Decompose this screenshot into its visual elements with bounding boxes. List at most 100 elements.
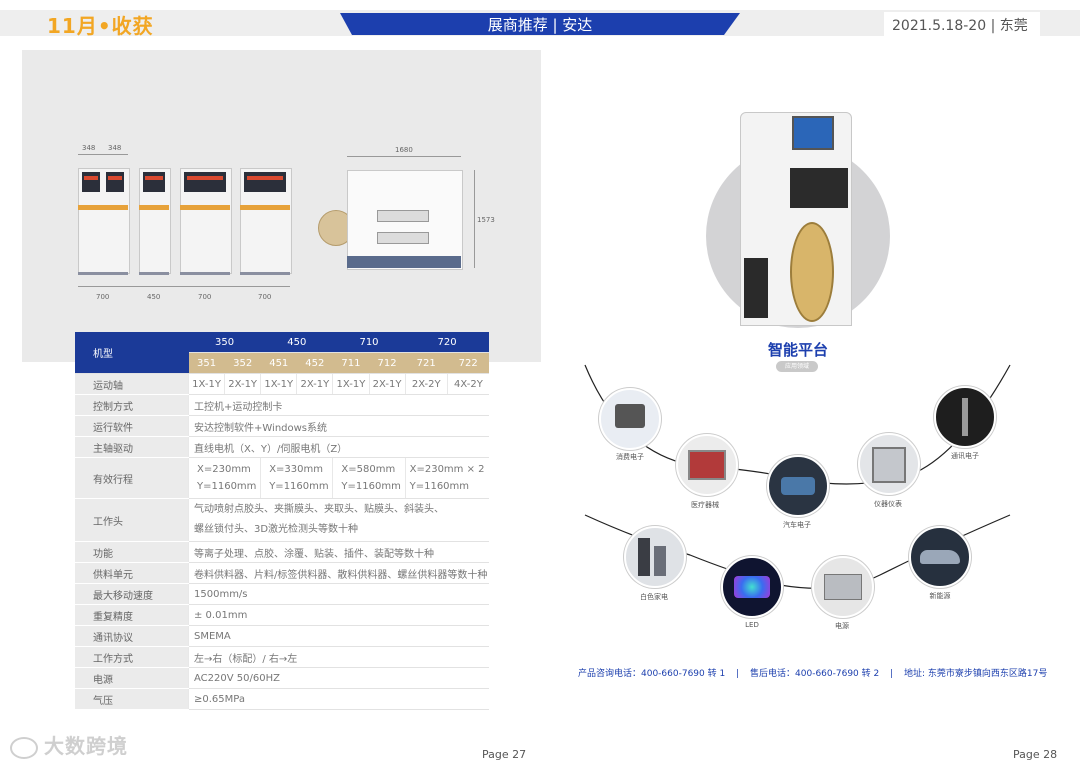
table-row: 通讯协议 SMEMA xyxy=(75,625,489,647)
app-label: 电源 xyxy=(835,622,849,630)
model-group: 350 xyxy=(188,332,261,353)
cell: 等离子处理、点胶、涂覆、贴装、插件、装配等数十种 xyxy=(188,541,489,563)
dim-bottom-3: 700 xyxy=(198,293,212,301)
submodel: 712 xyxy=(369,352,406,374)
stroke-x: X=330mm xyxy=(269,464,324,475)
instrument-icon xyxy=(858,433,920,495)
stroke-x: X=230mm × 2 xyxy=(409,464,485,475)
app-label: 消费电子 xyxy=(616,453,644,461)
watermark-text: 大数跨境 xyxy=(44,734,128,758)
address: 地址: 东莞市寮步镇向西东区路17号 xyxy=(904,669,1048,679)
table-row: 电源 AC220V 50/60HZ xyxy=(75,667,489,689)
cell: ± 0.01mm xyxy=(188,604,489,626)
table-row: 运动轴 1X-1Y 2X-1Y 1X-1Y 2X-1Y 1X-1Y 2X-1Y … xyxy=(75,373,489,395)
separator: | xyxy=(736,669,740,679)
stroke-y: Y=1160mm xyxy=(197,481,257,492)
platform-title: 智能平台 xyxy=(767,341,828,359)
submodel: 711 xyxy=(332,352,369,374)
after-sales-phone: 售后电话：400-660-7690 转 2 xyxy=(750,669,880,679)
submodel: 721 xyxy=(405,352,448,374)
app-label: 医疗器械 xyxy=(691,501,719,509)
app-label: LED xyxy=(745,621,759,629)
stroke-x: X=230mm xyxy=(197,464,251,475)
table-row: 功能 等离子处理、点胶、涂覆、贴装、插件、装配等数十种 xyxy=(75,541,489,563)
submodel: 722 xyxy=(447,352,489,374)
new-energy-car-icon xyxy=(909,526,971,588)
section-title: 展商推荐 | 安达 xyxy=(487,16,593,34)
stroke-y: Y=1160mm xyxy=(269,481,329,492)
consult-phone: 产品咨询电话：400-660-7690 转 1 xyxy=(578,669,726,679)
cell: 2X-2Y xyxy=(404,373,448,395)
cell: ≥0.65MPa xyxy=(188,688,489,710)
dim-bottom-2: 450 xyxy=(147,293,161,301)
app-label: 仪器仪表 xyxy=(874,500,902,508)
cell: X=230mm Y=1160mm xyxy=(187,457,261,499)
row-label: 电源 xyxy=(75,667,189,689)
contact-info: 产品咨询电话：400-660-7690 转 1 | 售后电话：400-660-7… xyxy=(578,666,1047,679)
dim-width: 1680 xyxy=(395,146,413,154)
table-row: 工作头 气动喷射点胶头、夹撕膜头、夹取头、贴膜头、斜装头、 螺丝锁付头、3D激光检… xyxy=(75,498,489,542)
row-label: 气压 xyxy=(75,688,189,710)
head-line: 气动喷射点胶头、夹撕膜头、夹取头、贴膜头、斜装头、 xyxy=(194,504,444,515)
app-label: 白色家电 xyxy=(640,593,668,601)
event-date: 2021.5.18-20 | 东莞 xyxy=(892,18,1028,34)
cell: 1X-1Y xyxy=(260,373,297,395)
cell: X=580mm Y=1160mm xyxy=(332,457,406,499)
cell: 直线电机（X、Y）/伺服电机（Z） xyxy=(188,436,489,458)
model-label: 机型 xyxy=(75,332,189,374)
cell: 2X-1Y xyxy=(296,373,333,395)
consumer-electronics-icon xyxy=(599,388,661,450)
submodel: 451 xyxy=(260,352,297,374)
machine-side-panel xyxy=(744,258,768,318)
model-group: 720 xyxy=(405,332,489,353)
table-row: 重复精度 ± 0.01mm xyxy=(75,604,489,626)
medical-device-icon xyxy=(676,434,738,496)
cell: X=330mm Y=1160mm xyxy=(260,457,333,499)
table-row: 供料单元 卷料供料器、片料/标签供料器、散料供料器、螺丝供料器等数十种 xyxy=(75,562,489,584)
submodel: 352 xyxy=(224,352,261,374)
cell: 1X-1Y xyxy=(332,373,369,395)
cell: 4X-2Y xyxy=(446,373,489,395)
spec-table: 机型 350 450 710 720 351 352 451 452 711 7… xyxy=(75,332,489,710)
app-label: 通讯电子 xyxy=(951,452,979,460)
row-label: 通讯协议 xyxy=(75,625,189,647)
row-label: 运动轴 xyxy=(75,373,189,395)
cell: 1X-1Y xyxy=(187,373,225,395)
dim-bottom-4: 700 xyxy=(258,293,272,301)
table-row: 机型 350 450 710 720 xyxy=(75,332,489,374)
table-row: 主轴驱动 直线电机（X、Y）/伺服电机（Z） xyxy=(75,436,489,458)
table-row: 有效行程 X=230mm Y=1160mm X=330mm Y=1160mm X=5… xyxy=(75,457,489,499)
row-label: 控制方式 xyxy=(75,394,189,416)
cell: 工控机+运动控制卡 xyxy=(188,394,489,416)
head-line: 螺丝锁付头、3D激光检测头等数十种 xyxy=(194,524,359,535)
cell: 气动喷射点胶头、夹撕膜头、夹取头、贴膜头、斜装头、 螺丝锁付头、3D激光检测头等数… xyxy=(188,498,489,542)
cell: 左→右（标配）/ 右→左 xyxy=(188,646,489,668)
dim-height: 1573 xyxy=(477,216,495,224)
page-number-right: Page 28 xyxy=(1013,748,1058,761)
watermark-icon xyxy=(10,736,38,759)
led-icon xyxy=(721,556,783,618)
watermark-logo: 大数跨境 xyxy=(10,730,128,759)
stroke-y: Y=1160mm xyxy=(409,481,470,492)
cell: 1500mm/s xyxy=(188,583,489,605)
model-group: 710 xyxy=(332,332,406,353)
cell: AC220V 50/60HZ xyxy=(188,667,489,689)
power-supply-icon xyxy=(812,556,874,618)
product-photo: 348 348 1680 1573 700 450 700 700 xyxy=(22,50,541,362)
submodel: 351 xyxy=(188,352,225,374)
table-row: 最大移动速度 1500mm/s xyxy=(75,583,489,605)
submodel: 452 xyxy=(296,352,333,374)
row-label: 供料单元 xyxy=(75,562,189,584)
page-number-left: Page 27 xyxy=(482,748,527,761)
table-row: 运行软件 安达控制软件+Windows系统 xyxy=(75,415,489,437)
table-row: 控制方式 工控机+运动控制卡 xyxy=(75,394,489,416)
dim-bottom-1: 700 xyxy=(96,293,110,301)
app-label: 新能源 xyxy=(929,592,951,600)
issue-title: 11月•收获 xyxy=(47,14,154,38)
row-label: 功能 xyxy=(75,541,189,563)
row-label: 运行软件 xyxy=(75,415,189,437)
app-label: 汽车电子 xyxy=(783,521,811,529)
cell: 安达控制软件+Windows系统 xyxy=(188,415,489,437)
row-label: 主轴驱动 xyxy=(75,436,189,458)
row-label: 工作头 xyxy=(75,498,189,542)
